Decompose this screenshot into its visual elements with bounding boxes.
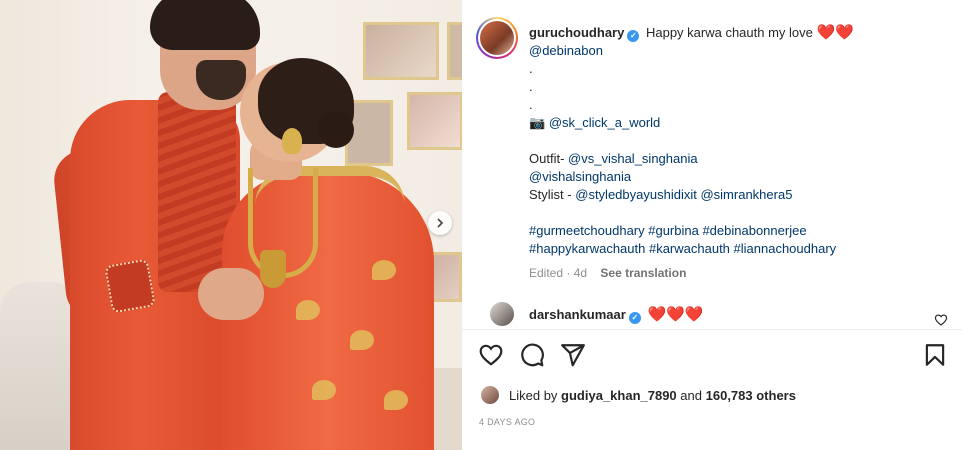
outfit-motif [312, 380, 336, 400]
see-translation-link[interactable]: See translation [600, 266, 686, 280]
outfit-label: Outfit- [529, 151, 565, 166]
like-button[interactable] [478, 342, 504, 368]
author-username[interactable]: guruchoudhary [529, 25, 624, 40]
comment-button[interactable] [519, 342, 545, 368]
liker-username[interactable]: gudiya_khan_7890 [561, 388, 677, 403]
caption-block: guruchoudhary ✓ Happy karwa chauth my lov… [462, 0, 962, 340]
likes-summary: Liked by gudiya_khan_7890 and 160,783 ot… [480, 385, 950, 407]
edited-label: Edited · 4d [529, 266, 588, 280]
likes-count-link[interactable]: 160,783 others [706, 388, 796, 403]
mention-link[interactable]: @vishalsinghania [529, 168, 949, 186]
liked-by-label: Liked by [509, 388, 558, 403]
mention-link[interactable]: @sk_click_a_world [549, 115, 660, 130]
verified-badge-icon: ✓ [628, 312, 641, 324]
holding-hands [198, 268, 264, 320]
likes-text: Liked by gudiya_khan_7890 and 160,783 ot… [509, 388, 796, 403]
outfit-motif [384, 390, 408, 410]
caption-dot: . [529, 61, 533, 76]
comment-like-heart-icon[interactable] [934, 313, 948, 327]
author-avatar[interactable] [476, 17, 518, 59]
heart-emoji-icon: ❤️ [835, 24, 854, 41]
camera-icon: 📷 [529, 115, 546, 130]
caption-dot: . [529, 79, 533, 94]
hashtag-line[interactable]: #happykarwachauth #karwachauth #liannach… [529, 240, 949, 258]
comment-row: darshankumaar ✓ ❤️❤️❤️ [490, 300, 950, 330]
chevron-right-icon [437, 218, 444, 228]
caption-text: Happy karwa chauth my love [645, 25, 813, 40]
stylist-label: Stylist - [529, 187, 572, 202]
author-avatar-border [478, 19, 516, 57]
bookmark-icon [925, 344, 945, 366]
mention-link[interactable]: @simrankhera5 [700, 187, 792, 202]
woman-figure-bun [318, 112, 354, 148]
action-bar [478, 342, 948, 370]
heart-icon [479, 344, 503, 366]
man-figure-cuff [104, 258, 156, 314]
post-caption: guruchoudhary ✓ Happy karwa chauth my lov… [529, 24, 949, 282]
commenter-avatar[interactable] [490, 302, 514, 326]
likes-and-label: and [680, 388, 702, 403]
share-button[interactable] [560, 342, 586, 368]
post-photo[interactable] [0, 0, 462, 450]
comment-text: ❤️❤️❤️ [647, 306, 704, 323]
save-button[interactable] [922, 342, 948, 368]
caption-dot: . [529, 97, 533, 112]
carousel-next-button[interactable] [428, 211, 452, 235]
photo-frame [447, 22, 462, 80]
photo-frame [407, 92, 462, 150]
photo-frame [363, 22, 439, 80]
outfit-motif [350, 330, 374, 350]
mention-link[interactable]: @styledbyayushidixit [575, 187, 697, 202]
man-figure-hair [150, 0, 260, 50]
mention-link[interactable]: @debinabon [529, 42, 949, 60]
pendant [260, 250, 286, 288]
author-avatar-image [480, 21, 514, 55]
liker-avatar[interactable] [480, 385, 500, 405]
comment-content: darshankumaar ✓ ❤️❤️❤️ [529, 305, 703, 324]
outfit-motif [296, 300, 320, 320]
post-timestamp[interactable]: 4 DAYS AGO [479, 417, 535, 427]
comment-icon [521, 343, 544, 367]
hashtag-line[interactable]: #gurmeetchoudhary #gurbina #debinabonner… [529, 222, 949, 240]
outfit-motif [372, 260, 396, 280]
verified-badge-icon: ✓ [627, 30, 640, 42]
caption-meta: Edited · 4d See translation [529, 264, 949, 282]
mention-link[interactable]: @vs_vishal_singhania [568, 151, 698, 166]
heart-emoji-icon: ❤️ [816, 24, 836, 41]
post-details-panel: guruchoudhary ✓ Happy karwa chauth my lov… [462, 0, 962, 450]
earring [282, 128, 302, 154]
section-divider [462, 329, 962, 330]
paper-plane-icon [561, 344, 585, 367]
commenter-username[interactable]: darshankumaar [529, 307, 626, 322]
